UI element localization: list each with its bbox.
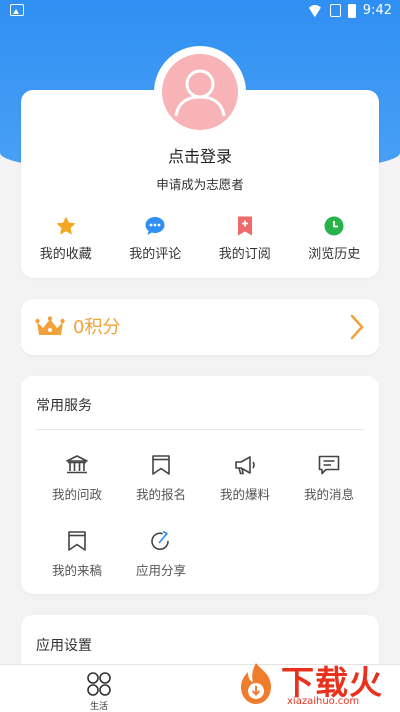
government-building-icon (66, 455, 88, 474)
service-label: 我的来稿 (51, 563, 102, 578)
four-circles-icon (87, 672, 111, 696)
chevron-right-icon (350, 314, 364, 340)
divider (36, 429, 364, 430)
quick-action-subscriptions[interactable]: 我的订阅 (200, 215, 290, 262)
service-messages[interactable]: 我的消息 (287, 454, 371, 530)
quick-action-label: 我的订阅 (218, 247, 271, 262)
points-label: 0积分 (73, 317, 121, 338)
service-label: 我的问政 (51, 487, 102, 502)
manuscript-ribbon-icon (68, 531, 86, 551)
service-registration[interactable]: 我的报名 (119, 454, 203, 530)
quick-action-label: 我的收藏 (39, 247, 92, 262)
wifi-icon (307, 5, 323, 17)
settings-title: 应用设置 (36, 638, 92, 654)
service-submissions[interactable]: 我的来稿 (35, 530, 119, 606)
battery-icon (347, 3, 356, 18)
gallery-notification-icon (10, 4, 24, 16)
watermark: 下载火 xiazaihuo.com (231, 660, 396, 708)
services-grid: 我的问政 我的报名 我的爆料 我的消息 我的来稿 应用分享 (21, 454, 379, 606)
service-label: 我的报名 (135, 487, 186, 502)
user-avatar-icon (162, 54, 238, 130)
service-inquiry[interactable]: 我的问政 (35, 454, 119, 530)
ribbon-flag-icon (152, 455, 170, 475)
quick-action-label: 我的评论 (129, 247, 182, 262)
clock-icon (324, 216, 344, 236)
star-icon (56, 216, 76, 235)
status-time: 9:42 (362, 3, 392, 18)
sim-icon (329, 4, 341, 17)
avatar[interactable] (154, 46, 246, 138)
tab-label: 生活 (89, 702, 108, 712)
login-button[interactable]: 点击登录 (0, 143, 400, 167)
crown-icon (35, 316, 65, 335)
quick-actions: 我的收藏 我的评论 我的订阅 浏览历史 (21, 215, 379, 262)
megaphone-icon (235, 456, 255, 475)
quick-action-label: 浏览历史 (308, 247, 361, 262)
bookmark-plus-icon (237, 216, 252, 236)
share-icon (151, 530, 169, 551)
service-tipoff[interactable]: 我的爆料 (203, 454, 287, 530)
comment-icon (145, 217, 165, 235)
points-card[interactable]: 0积分 (21, 299, 379, 355)
tab-life[interactable]: 生活 (76, 671, 122, 712)
quick-action-favorites[interactable]: 我的收藏 (21, 215, 111, 262)
watermark-url: xiazaihuo.com (287, 696, 360, 707)
service-label: 我的消息 (303, 487, 354, 502)
fire-logo-icon (241, 663, 271, 704)
services-card: 常用服务 我的问政 我的报名 我的爆料 我的消息 我的来稿 应用分享 (21, 376, 379, 594)
message-icon (318, 455, 340, 475)
services-title: 常用服务 (36, 398, 92, 414)
volunteer-link[interactable]: 申请成为志愿者 (0, 174, 400, 193)
service-label: 我的爆料 (219, 487, 270, 502)
quick-action-history[interactable]: 浏览历史 (290, 215, 380, 262)
status-bar: 9:42 (0, 0, 400, 24)
service-label: 应用分享 (135, 563, 186, 578)
service-share-app[interactable]: 应用分享 (119, 530, 203, 606)
quick-action-comments[interactable]: 我的评论 (111, 215, 201, 262)
